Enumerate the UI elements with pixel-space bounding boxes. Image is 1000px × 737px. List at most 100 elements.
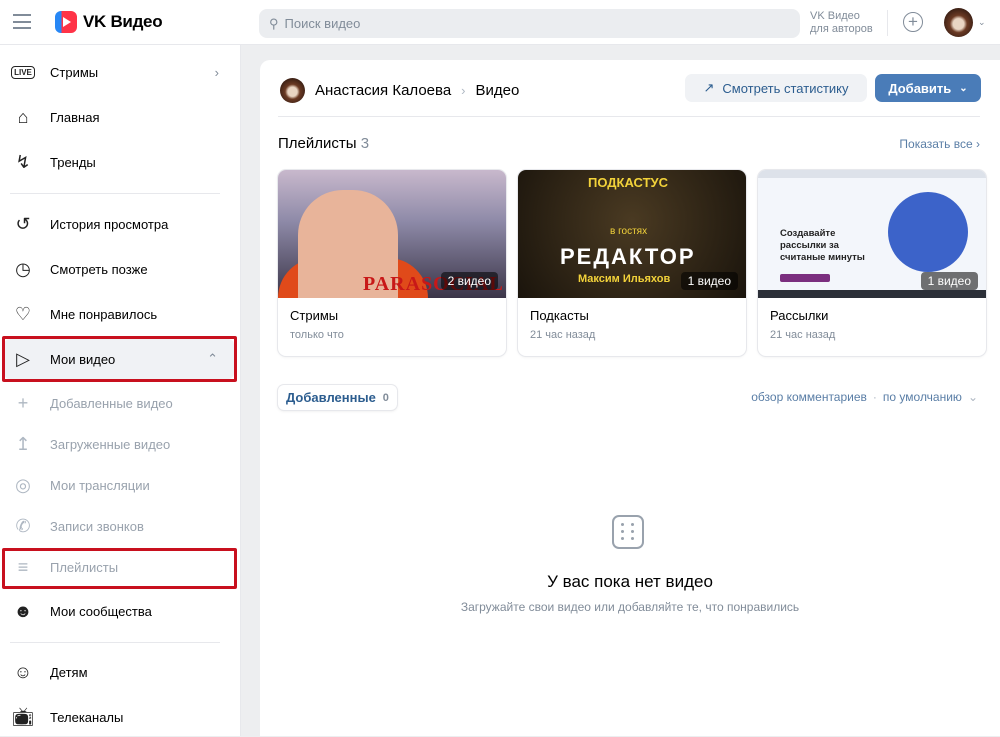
sidebar: LIVE Стримы › ⌂ Главная ↯ Тренды ↺ История пр… <box>0 45 241 736</box>
logo[interactable]: VK Видео <box>55 11 163 33</box>
sidebar-item-label: Мне понравилось <box>50 306 158 322</box>
breadcrumb-user[interactable]: Анастасия Калоева <box>315 82 451 99</box>
avatar[interactable] <box>944 8 973 37</box>
sidebar-item-call-records[interactable]: ✆ Записи звонков <box>0 506 241 546</box>
sidebar-item-added-videos[interactable]: + Добавленные видео <box>0 383 241 423</box>
sidebar-item-uploaded-videos[interactable]: ↥ Загруженные видео <box>0 424 241 464</box>
sidebar-item-liked[interactable]: ♡ Мне понравилось <box>0 294 241 334</box>
playlists-count: 3 <box>360 135 370 152</box>
vk-video-logo-icon <box>55 11 77 33</box>
breadcrumb: Анастасия Калоева › Видео <box>280 78 519 103</box>
search-icon: ⚲ <box>269 15 279 31</box>
kids-icon: ☺ <box>13 661 33 682</box>
main-content: Анастасия Калоева › Видео ↗ Смотреть стат… <box>260 60 1000 736</box>
broadcast-icon: ◎ <box>15 474 31 495</box>
playlist-card[interactable]: PARASOCIAL 2 видео Стримы только что <box>278 170 506 356</box>
sidebar-item-trends[interactable]: ↯ Тренды <box>0 142 241 182</box>
highlight-playlists <box>2 548 237 589</box>
sidebar-item-tv[interactable]: 📺︎ Телеканалы <box>0 697 241 737</box>
divider <box>10 193 220 194</box>
view-stats-button[interactable]: ↗ Смотреть статистику <box>685 74 867 102</box>
chevron-right-icon: › <box>461 83 466 98</box>
upload-plus-icon[interactable]: + <box>903 12 923 32</box>
add-label: Добавить <box>888 80 952 96</box>
top-bar: VK Видео ⚲ Поиск видео VK Видео для авторо… <box>0 0 1000 45</box>
sidebar-item-broadcasts[interactable]: ◎ Мои трансляции <box>0 465 241 505</box>
playlist-time: 21 час назад <box>770 329 836 341</box>
playlist-time: только что <box>290 329 344 341</box>
video-count-badge: 1 видео <box>680 272 738 290</box>
creators-link[interactable]: VK Видео для авторов <box>810 10 888 36</box>
video-count-badge: 2 видео <box>440 272 498 290</box>
search-input[interactable]: ⚲ Поиск видео <box>259 9 800 38</box>
history-icon: ↺ <box>15 213 31 234</box>
sidebar-item-label: Записи звонков <box>50 518 144 534</box>
chevron-down-icon[interactable]: ⌄ <box>978 17 986 28</box>
plus-icon: + <box>17 392 29 413</box>
heart-icon: ♡ <box>14 303 32 324</box>
sidebar-item-label: Мои сообщества <box>50 603 152 619</box>
creators-line2: для авторов <box>810 23 873 35</box>
playlist-thumbnail[interactable]: Создавайте рассылки за считаные минуты 1 … <box>758 170 986 298</box>
upload-icon: ↥ <box>15 433 31 454</box>
clock-icon: ◷ <box>15 258 31 279</box>
breadcrumb-page: Видео <box>475 82 520 99</box>
show-all-link[interactable]: Показать все › <box>899 137 980 151</box>
divider <box>278 116 980 117</box>
tab-label: Добавленные <box>286 390 376 405</box>
chevron-down-icon: ⌄ <box>959 82 968 94</box>
playlist-card[interactable]: Создавайте рассылки за считаные минуты 1 … <box>758 170 986 356</box>
playlist-thumbnail[interactable]: PARASOCIAL 2 видео <box>278 170 506 298</box>
phone-icon: ✆ <box>15 515 31 536</box>
chevron-down-icon: ⌄ <box>967 390 978 404</box>
view-stats-label: Смотреть статистику <box>722 80 849 96</box>
chevron-right-icon: › <box>214 64 219 80</box>
channel-avatar[interactable] <box>280 78 305 103</box>
sidebar-item-label: Телеканалы <box>50 709 124 725</box>
playlist-thumbnail[interactable]: ПОДКАСТУС в гостях РЕДАКТОР Максим Ильяхов 1… <box>518 170 746 298</box>
sidebar-item-label: Мои трансляции <box>50 477 150 493</box>
home-icon: ⌂ <box>17 106 29 127</box>
sidebar-item-home[interactable]: ⌂ Главная <box>0 97 241 137</box>
sidebar-item-history[interactable]: ↺ История просмотра <box>0 204 241 244</box>
sort-order-dropdown[interactable]: по умолчанию <box>883 390 962 404</box>
playlist-time: 21 час назад <box>530 329 596 341</box>
creators-line1: VK Видео <box>810 10 860 22</box>
sidebar-item-watch-later[interactable]: ◷ Смотреть позже <box>0 249 241 289</box>
add-button[interactable]: Добавить ⌄ <box>875 74 981 102</box>
sidebar-item-label: Добавленные видео <box>50 395 173 411</box>
playlist-name[interactable]: Подкасты <box>530 308 589 323</box>
sidebar-item-label: История просмотра <box>50 216 169 232</box>
live-icon: LIVE <box>11 60 35 84</box>
sidebar-item-communities[interactable]: ☻ Мои сообщества <box>0 591 241 631</box>
playlist-name[interactable]: Рассылки <box>770 308 828 323</box>
playlist-name[interactable]: Стримы <box>290 308 338 323</box>
tab-added[interactable]: Добавленные 0 <box>278 385 397 410</box>
users-icon: ☻ <box>13 600 33 621</box>
video-count-badge: 1 видео <box>920 272 978 290</box>
empty-title: У вас пока нет видео <box>547 572 713 591</box>
empty-video-icon <box>612 515 644 549</box>
comments-review-link[interactable]: обзор комментариев <box>751 390 867 404</box>
divider <box>10 642 220 643</box>
sidebar-item-kids[interactable]: ☺ Детям <box>0 652 241 692</box>
search-placeholder: Поиск видео <box>284 16 361 31</box>
sidebar-item-label: Загруженные видео <box>50 436 171 452</box>
sort-controls: обзор комментариев · по умолчанию ⌄ <box>751 390 978 404</box>
tv-icon: 📺︎ <box>11 706 35 727</box>
playlist-card[interactable]: ПОДКАСТУС в гостях РЕДАКТОР Максим Ильяхов 1… <box>518 170 746 356</box>
sidebar-item-label: Главная <box>50 109 100 125</box>
menu-icon[interactable] <box>13 14 31 29</box>
sidebar-item-label: Тренды <box>50 154 96 170</box>
highlight-my-videos <box>2 336 237 382</box>
logo-text: VK Видео <box>83 12 163 31</box>
sidebar-item-label: Стримы <box>50 64 99 80</box>
sidebar-item-streams[interactable]: LIVE Стримы › <box>0 52 241 92</box>
lightning-icon: ↯ <box>15 151 31 172</box>
playlists-heading: Плейлисты 3 <box>278 135 370 152</box>
tab-count: 0 <box>382 391 389 404</box>
sidebar-item-label: Смотреть позже <box>50 261 148 277</box>
sidebar-item-label: Детям <box>50 664 88 680</box>
chart-icon: ↗ <box>703 80 715 95</box>
empty-subtitle: Загружайте свои видео или добавляйте те,… <box>460 600 800 614</box>
